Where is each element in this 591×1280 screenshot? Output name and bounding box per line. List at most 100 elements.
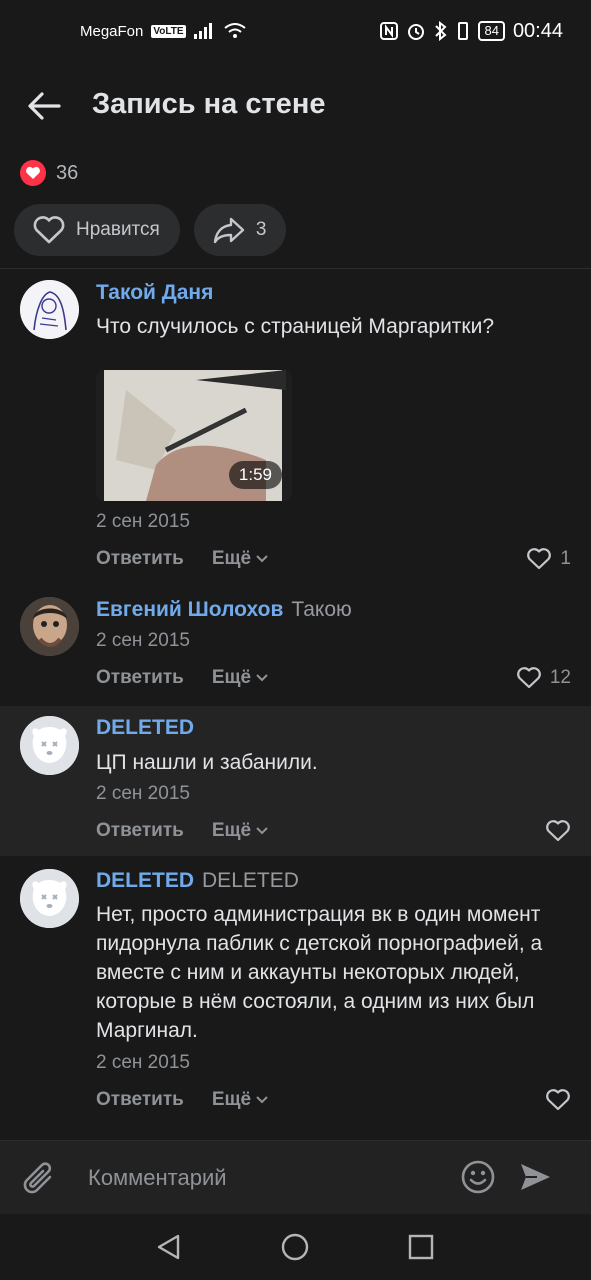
bluetooth-icon <box>435 21 447 41</box>
more-label: Ещё <box>211 548 252 569</box>
comment-date: 2 сен 2015 <box>96 630 190 651</box>
page-title: Запись на стене <box>92 88 326 120</box>
reply-button[interactable]: Ответить <box>96 548 184 570</box>
emoji-button[interactable] <box>460 1159 496 1200</box>
avatar[interactable] <box>20 869 79 928</box>
comment-text: Что случилось с страницей Маргаритки? <box>96 315 495 338</box>
back-arrow-icon <box>28 92 61 120</box>
chevron-down-icon <box>256 1096 268 1104</box>
divider <box>0 268 591 269</box>
comment-date: 2 сен 2015 <box>96 511 190 532</box>
reply-button[interactable]: Ответить <box>96 667 184 689</box>
reply-to-name[interactable]: DELETED <box>202 869 299 892</box>
comment-input[interactable] <box>88 1161 428 1195</box>
heart-icon <box>546 1089 570 1111</box>
heart-icon <box>516 667 541 689</box>
nav-back-button[interactable] <box>155 1233 183 1266</box>
heart-filled-icon <box>20 160 46 186</box>
smile-icon <box>461 1160 495 1194</box>
clock: 00:44 <box>512 19 563 42</box>
comment-like-count: 1 <box>560 548 571 569</box>
comment-author[interactable]: DELETED DELETED <box>96 869 299 893</box>
more-button[interactable]: Ещё <box>212 1089 269 1111</box>
comment-item: DELETED ЦП нашли и забанили. 2 сен 2015 … <box>0 706 591 856</box>
likes-count: 36 <box>56 161 79 184</box>
attach-button[interactable] <box>22 1159 58 1204</box>
battery-indicator: 84 <box>478 21 505 41</box>
avatar[interactable] <box>20 280 79 339</box>
comment-like-button[interactable]: 1 <box>526 547 571 571</box>
more-label: Ещё <box>211 1089 252 1110</box>
reply-button[interactable]: Ответить <box>96 1089 184 1111</box>
carrier-label: MegaFon <box>80 22 144 40</box>
nav-home-button[interactable] <box>281 1233 309 1266</box>
comment-actions: Ответить Ещё <box>96 548 269 570</box>
app-header: Запись на стене <box>0 62 591 150</box>
nav-home-icon <box>281 1233 309 1261</box>
back-button[interactable] <box>24 86 64 126</box>
like-button-label: Нравится <box>76 219 160 240</box>
video-attachment[interactable]: 1:59 <box>96 370 292 501</box>
likes-summary[interactable]: 36 <box>20 160 78 186</box>
chevron-down-icon <box>256 827 268 835</box>
comment-text: Нет, просто администрация вк в один моме… <box>96 903 543 1042</box>
nav-recent-icon <box>408 1234 434 1260</box>
video-duration: 1:59 <box>228 461 282 489</box>
comment-like-button[interactable] <box>545 819 571 843</box>
more-button[interactable]: Ещё <box>212 548 269 570</box>
share-count: 3 <box>255 219 267 240</box>
comment-date: 2 сен 2015 <box>96 783 190 804</box>
heart-icon <box>527 548 552 570</box>
author-name: Евгений Шолохов <box>96 598 284 621</box>
comment-item: DELETED DELETED Нет, просто администрация… <box>0 858 591 1128</box>
paperclip-icon <box>23 1162 52 1194</box>
share-icon <box>213 217 245 244</box>
more-label: Ещё <box>211 667 252 688</box>
comment-actions: Ответить Ещё <box>96 667 269 689</box>
status-bar: MegaFon VoLTE 84 00:44 <box>0 0 591 62</box>
reply-button[interactable]: Ответить <box>96 820 184 842</box>
nav-back-icon <box>157 1234 180 1260</box>
heart-icon <box>33 216 65 244</box>
reply-to-name[interactable]: Такою <box>291 598 351 621</box>
comment-like-button[interactable] <box>545 1088 571 1112</box>
comment-like-button[interactable]: 12 <box>516 666 571 690</box>
comment-author[interactable]: Такой Даня <box>96 281 213 305</box>
share-button[interactable]: 3 <box>193 204 287 256</box>
wifi-icon <box>223 23 246 38</box>
comment-actions: Ответить Ещё <box>96 1089 269 1111</box>
status-right: 84 00:44 <box>380 20 563 43</box>
avatar[interactable] <box>20 716 79 775</box>
vibrate-icon <box>458 22 469 40</box>
comment-composer <box>0 1140 591 1214</box>
comment-author[interactable]: Евгений Шолохов Такою <box>96 598 352 622</box>
deleted-avatar-icon <box>20 869 79 928</box>
comment-text: ЦП нашли и забанили. <box>96 751 318 774</box>
send-button[interactable] <box>517 1159 553 1200</box>
post-actions: Нравится 3 <box>14 204 287 256</box>
deleted-avatar-icon <box>20 716 79 775</box>
system-navbar <box>0 1214 591 1280</box>
comment-item: Евгений Шолохов Такою 2 сен 2015 Ответить… <box>0 588 591 704</box>
like-button[interactable]: Нравится <box>14 204 180 256</box>
signal-icon <box>193 23 212 39</box>
send-icon <box>521 1164 550 1190</box>
more-button[interactable]: Ещё <box>212 667 269 689</box>
comment-author[interactable]: DELETED <box>96 716 194 740</box>
avatar[interactable] <box>20 597 79 656</box>
comment-item: Такой Даня Что случилось с страницей Мар… <box>0 270 591 588</box>
nfc-icon <box>380 22 399 40</box>
author-name: DELETED <box>96 869 195 892</box>
status-left: MegaFon VoLTE <box>80 23 246 40</box>
chevron-down-icon <box>256 674 268 682</box>
more-button[interactable]: Ещё <box>212 820 269 842</box>
more-label: Ещё <box>211 820 252 841</box>
alarm-icon <box>408 24 425 40</box>
comment-like-count: 12 <box>549 667 571 688</box>
volte-badge: VoLTE <box>151 24 186 38</box>
comment-actions: Ответить Ещё <box>96 820 269 842</box>
comment-date: 2 сен 2015 <box>96 1052 190 1073</box>
nav-recent-button[interactable] <box>408 1234 434 1265</box>
heart-icon <box>546 820 570 842</box>
chevron-down-icon <box>256 555 268 563</box>
